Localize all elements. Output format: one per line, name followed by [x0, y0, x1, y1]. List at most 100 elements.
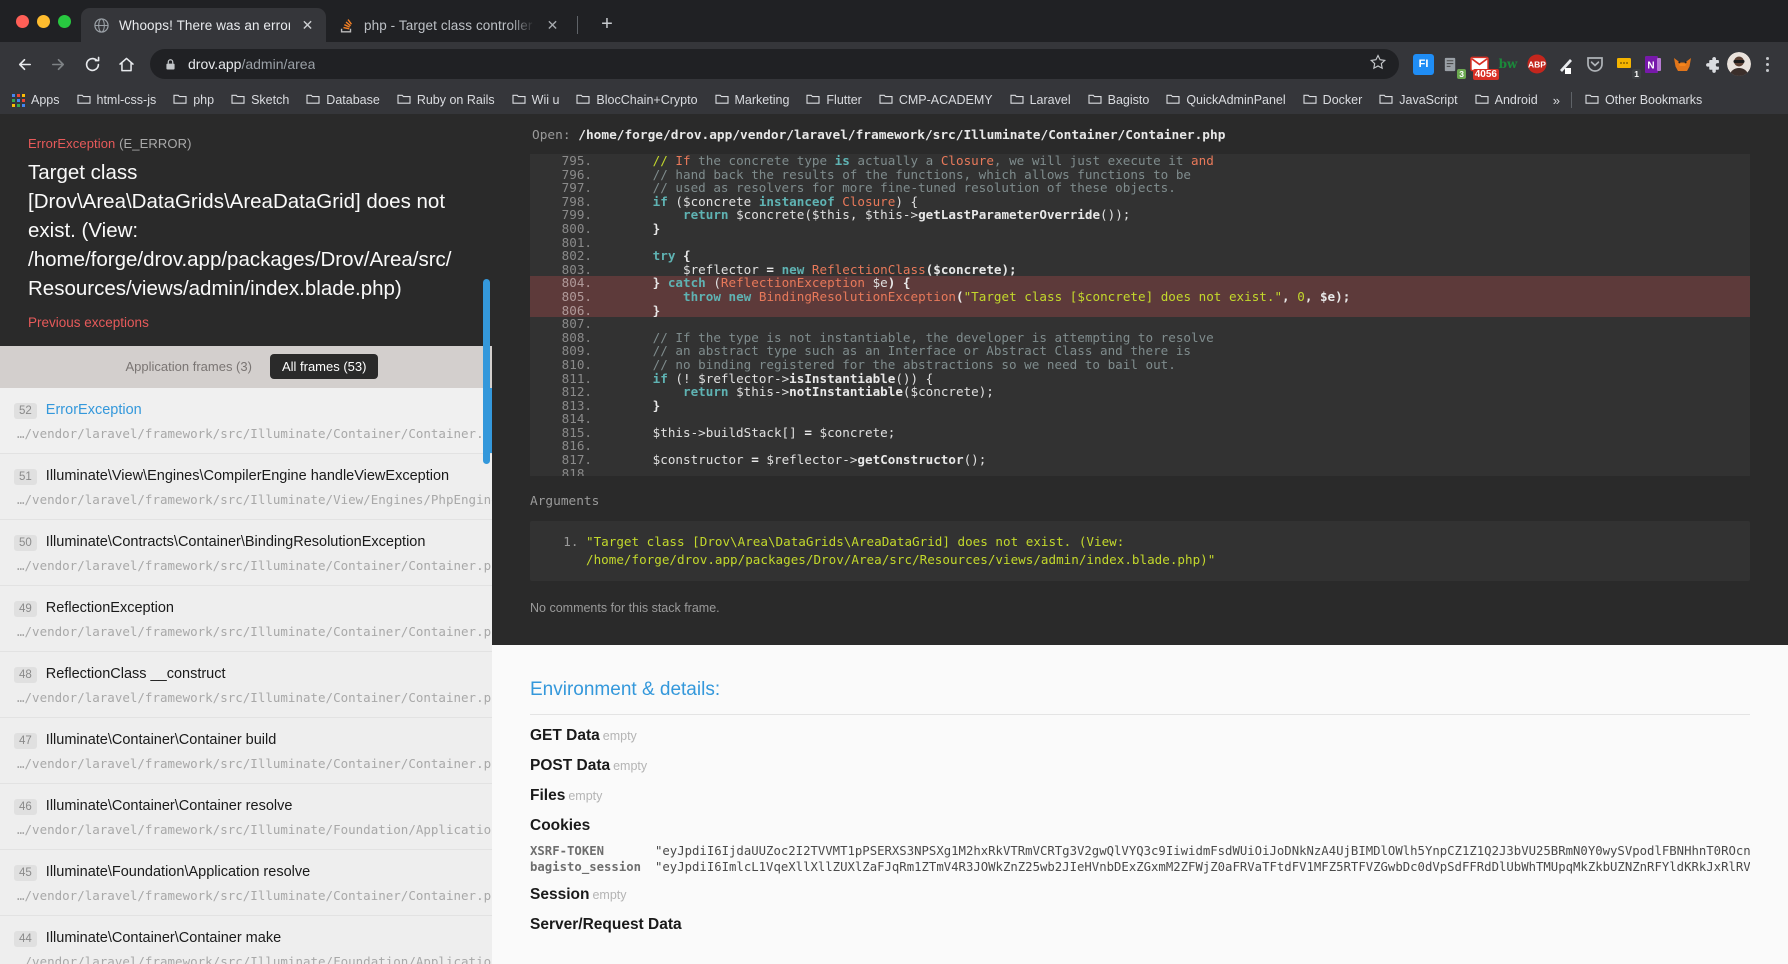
code-line-source: if (! $reflector->isInstantiable()) { [652, 370, 934, 386]
figma-extension[interactable]: FI [1413, 53, 1434, 75]
bookmark-database[interactable]: Database [298, 90, 388, 111]
forward-button[interactable] [42, 48, 74, 80]
metamask-extension[interactable] [1669, 51, 1695, 77]
sticky-notes-extension[interactable]: 1 [1611, 51, 1641, 79]
user-avatar[interactable] [1727, 52, 1751, 76]
bookmark-docker[interactable]: Docker [1295, 90, 1371, 111]
home-button[interactable] [110, 48, 142, 80]
frame-list-item[interactable]: 52 ErrorException …/vendor/laravel/framewo… [0, 388, 492, 454]
code-line: 815. $this->buildStack[] = $concrete; [530, 426, 1750, 440]
code-line-source: $reflector = new ReflectionClass($concre… [592, 261, 1017, 277]
onenote-extension[interactable]: N [1640, 51, 1666, 77]
bookmark-marketing[interactable]: Marketing [707, 90, 798, 111]
new-tab-button[interactable]: + [592, 9, 622, 39]
star-icon[interactable] [1369, 53, 1387, 76]
adblock-plus-extension[interactable]: ABP [1524, 51, 1550, 77]
code-line-source: } catch (ReflectionException $e) { [592, 276, 1750, 290]
frame-list-item[interactable]: 48 ReflectionClass __construct …/vendor/la… [0, 652, 492, 718]
frame-detail-panel: Open: /home/forge/drov.app/vendor/larave… [492, 114, 1788, 964]
browser-tab-active[interactable]: Whoops! There was an error. ✕ [81, 8, 326, 42]
code-line-source [592, 439, 1750, 453]
frame-list-item[interactable]: 45 Illuminate\Foundation\Application reso… [0, 850, 492, 916]
tab-application-frames[interactable]: Application frames (3) [114, 354, 264, 379]
frame-index: 50 [14, 535, 37, 551]
environment-title: Environment & details: [530, 679, 1750, 715]
reload-button[interactable] [76, 48, 108, 80]
bookmark-apps[interactable]: Apps [6, 90, 68, 110]
gmail-checker-extension[interactable]: 4056 [1466, 51, 1499, 80]
frame-list-item[interactable]: 50 Illuminate\Contracts\Container\Binding… [0, 520, 492, 586]
browser-menu-button[interactable] [1754, 51, 1780, 77]
folder-icon [512, 93, 526, 108]
bookmark-wii-u[interactable]: Wii u [504, 90, 568, 111]
frame-index: 44 [14, 931, 37, 947]
code-line-number: 815. [561, 424, 592, 440]
close-tab-button[interactable]: ✕ [544, 17, 561, 34]
code-block[interactable]: 795. // If the concrete type is actually… [530, 154, 1750, 476]
bookmark-other-bookmarks[interactable]: Other Bookmarks [1577, 90, 1710, 111]
bookmark-flutter[interactable]: Flutter [798, 90, 869, 111]
code-line-source [592, 467, 1750, 476]
frame-list-item[interactable]: 51 Illuminate\View\Engines\CompilerEngine… [0, 454, 492, 520]
frame-list-item[interactable]: 47 Illuminate\Container\Container build …/… [0, 718, 492, 784]
bookmark-label: Other Bookmarks [1604, 93, 1703, 107]
url-path: /admin/area [241, 56, 316, 72]
argument-item: "Target class [Drov\Area\DataGrids\AreaD… [586, 533, 1734, 569]
minimize-window-button[interactable] [37, 14, 50, 28]
frames-list[interactable]: 52 ErrorException …/vendor/laravel/framewo… [0, 388, 492, 964]
code-line-source: if ($concrete instanceof Closure) { [652, 193, 919, 209]
frame-index: 49 [14, 601, 37, 617]
bookmark-ruby-on-rails[interactable]: Ruby on Rails [389, 90, 503, 111]
bookmark-bagisto[interactable]: Bagisto [1080, 90, 1158, 111]
frame-name: Illuminate\View\Engines\CompilerEngine h… [45, 468, 450, 484]
code-line-source: $this->buildStack[] = $concrete; [592, 424, 896, 440]
frame-file-path: …/vendor/laravel/framework/src/Illuminat… [17, 954, 492, 964]
code-line-number: 816. [561, 438, 592, 454]
bookmarks-overflow-button[interactable]: » [1547, 93, 1566, 108]
code-line: 796. // hand back the results of the fun… [530, 167, 1750, 182]
extensions-puzzle-icon[interactable] [1698, 51, 1724, 77]
bookmark-sketch[interactable]: Sketch [223, 90, 297, 111]
cookie-row: XSRF-TOKEN "eyJpdiI6IjdaUUZoc2I2TVVMT1pP… [530, 844, 1750, 858]
frame-index: 46 [14, 799, 37, 815]
code-line-number: 800. [561, 220, 592, 236]
code-line-number: 802. [561, 248, 592, 264]
browser-tab-inactive[interactable]: php - Target class controller do ✕ [326, 8, 571, 42]
bookmark-php[interactable]: php [165, 90, 222, 111]
code-line-number: 813. [561, 397, 592, 413]
frame-list-item[interactable]: 46 Illuminate\Container\Container resolve… [0, 784, 492, 850]
close-tab-button[interactable]: ✕ [299, 17, 316, 34]
bitwarden-extension[interactable]: bw [1495, 51, 1521, 77]
pocket-extension[interactable] [1582, 51, 1608, 77]
bookmark-blocchain-crypto[interactable]: BlocChain+Crypto [568, 90, 705, 111]
address-bar[interactable]: drov.app/admin/area [150, 49, 1399, 79]
close-window-button[interactable] [16, 14, 29, 28]
bookmark-android[interactable]: Android [1467, 90, 1546, 111]
env-label: GET Data [530, 727, 600, 744]
notes-extension[interactable]: 3 [1437, 51, 1466, 79]
frame-file-path: …/vendor/laravel/framework/src/Illuminat… [17, 756, 492, 771]
bookmark-javascript[interactable]: JavaScript [1371, 90, 1465, 111]
bookmark-laravel[interactable]: Laravel [1002, 90, 1079, 111]
folder-icon [76, 93, 91, 108]
code-line: 803. $reflector = new ReflectionClass($c… [530, 261, 1750, 277]
frame-index: 45 [14, 865, 37, 881]
frame-list-item[interactable]: 49 ReflectionException …/vendor/laravel/fr… [0, 586, 492, 652]
url-host: drov.app [188, 56, 242, 72]
previous-exceptions-link[interactable]: Previous exceptions [28, 315, 464, 330]
open-path: /home/forge/drov.app/vendor/laravel/fram… [578, 128, 1226, 143]
folder-icon [1166, 93, 1180, 108]
bookmark-cmp-academy[interactable]: CMP-ACADEMY [871, 90, 1001, 111]
tab-title: php - Target class controller do [364, 17, 535, 33]
frame-list-item[interactable]: 44 Illuminate\Container\Container make …/v… [0, 916, 492, 964]
bookmark-html-css-js[interactable]: html-css-js [69, 90, 165, 111]
bookmark-quickadminpanel[interactable]: QuickAdminPanel [1158, 90, 1293, 111]
tab-all-frames[interactable]: All frames (53) [269, 354, 379, 379]
no-comments-text: No comments for this stack frame. [492, 595, 1788, 645]
frames-scrollbar-thumb[interactable] [483, 279, 490, 464]
marker-pen-extension[interactable] [1553, 51, 1579, 77]
code-line: 807. [530, 317, 1750, 331]
env-empty: empty [602, 729, 637, 743]
back-button[interactable] [8, 48, 40, 80]
maximize-window-button[interactable] [58, 14, 71, 28]
